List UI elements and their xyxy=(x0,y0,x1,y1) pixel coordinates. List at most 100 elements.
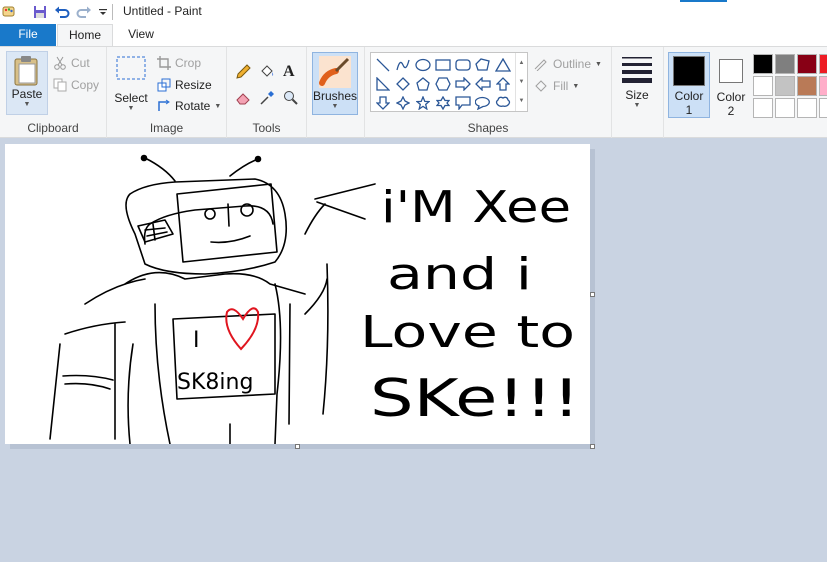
color2-number: 2 xyxy=(727,104,735,118)
palette-swatch[interactable] xyxy=(753,98,773,118)
palette-swatch[interactable] xyxy=(797,76,817,96)
left-shoulder-line xyxy=(84,278,146,305)
save-icon[interactable] xyxy=(32,3,48,21)
palette-swatch[interactable] xyxy=(753,54,773,74)
tab-home[interactable]: Home xyxy=(57,24,113,47)
color2-button[interactable]: Color 2 xyxy=(712,52,750,118)
four-point-star-shape-icon[interactable] xyxy=(393,93,413,112)
paint-bucket-icon xyxy=(261,65,274,77)
paste-button[interactable]: Paste ▼ xyxy=(6,51,48,115)
clipboard-icon xyxy=(14,56,38,86)
tab-file[interactable]: File xyxy=(0,24,56,46)
resize-button[interactable]: Resize xyxy=(157,76,212,94)
scroll-down-icon[interactable]: ▼ xyxy=(519,79,525,85)
palette-swatch[interactable] xyxy=(819,54,827,74)
palette-swatch[interactable] xyxy=(753,76,773,96)
palette-swatch[interactable] xyxy=(819,98,827,118)
rounded-rectangle-shape-icon[interactable] xyxy=(453,55,473,74)
rectangle-shape-icon[interactable] xyxy=(433,55,453,74)
down-arrow-shape-icon[interactable] xyxy=(373,93,393,112)
color1-swatch xyxy=(673,56,705,86)
line-shape-icon[interactable] xyxy=(373,55,393,74)
redo-icon[interactable] xyxy=(76,3,92,21)
size-dropdown-icon[interactable]: ▼ xyxy=(634,102,641,109)
hexagon-shape-icon[interactable] xyxy=(433,74,453,93)
fill-label: Fill xyxy=(553,79,569,93)
image-group: Select ▼ Crop Resize Rotate ▼ Image xyxy=(107,47,227,138)
palette-swatch[interactable] xyxy=(775,98,795,118)
expand-gallery-icon[interactable]: ▼ xyxy=(519,98,525,104)
left-antenna-tip xyxy=(140,154,148,162)
oval-callout-shape-icon[interactable] xyxy=(473,93,493,112)
left-body-inner xyxy=(127,343,134,445)
eraser-icon xyxy=(236,93,250,105)
outline-dropdown-icon[interactable]: ▼ xyxy=(595,61,602,68)
color1-label: Color xyxy=(674,89,704,103)
resize-handle-bottom[interactable] xyxy=(295,444,300,449)
up-arrow-shape-icon[interactable] xyxy=(493,74,513,93)
resize-handle-corner[interactable] xyxy=(590,444,595,449)
fill-tool[interactable] xyxy=(259,63,275,81)
copy-label: Copy xyxy=(71,78,100,92)
scroll-up-icon[interactable]: ▲ xyxy=(519,60,525,66)
right-triangle-shape-icon[interactable] xyxy=(373,74,393,93)
color1-button[interactable]: Color 1 xyxy=(668,52,710,118)
rotate-dropdown-icon[interactable]: ▼ xyxy=(214,103,221,110)
color2-swatch xyxy=(719,59,743,83)
drawing-svg: I SK8ing i'M Xee and i Love to SKe!!! xyxy=(49,154,580,445)
magnifier-tool[interactable] xyxy=(283,89,299,107)
right-arrow-shape-icon[interactable] xyxy=(453,74,473,93)
five-point-star-shape-icon[interactable] xyxy=(413,93,433,112)
six-point-star-shape-icon[interactable] xyxy=(433,93,453,112)
text-tool[interactable]: A xyxy=(283,63,295,81)
right-body-line xyxy=(288,303,291,425)
brushes-button[interactable]: Brushes ▼ xyxy=(312,52,358,115)
pentagon-shape-icon[interactable] xyxy=(413,74,433,93)
select-button[interactable]: Select ▼ xyxy=(113,55,149,117)
palette-swatch[interactable] xyxy=(797,54,817,74)
palette-swatch[interactable] xyxy=(775,76,795,96)
paste-dropdown-icon[interactable]: ▼ xyxy=(24,101,31,108)
shapes-scrollbar[interactable]: ▲ ▼ ▼ xyxy=(515,53,527,111)
outline-button[interactable]: Outline ▼ xyxy=(533,55,602,73)
astronaut-drawing xyxy=(49,154,376,445)
nose xyxy=(227,203,230,227)
tab-view[interactable]: View xyxy=(113,24,169,46)
rotate-button[interactable]: Rotate ▼ xyxy=(157,97,221,115)
size-button[interactable]: Size ▼ xyxy=(618,54,656,116)
rect-callout-shape-icon[interactable] xyxy=(453,93,473,112)
diamond-shape-icon[interactable] xyxy=(393,74,413,93)
palette-swatch[interactable] xyxy=(775,54,795,74)
speech-pointer xyxy=(314,183,376,220)
window-title: Untitled - Paint xyxy=(123,4,202,18)
titlebar-accent xyxy=(680,0,727,2)
curve-shape-icon[interactable] xyxy=(393,55,413,74)
color1-number: 1 xyxy=(685,103,693,117)
oval-shape-icon[interactable] xyxy=(413,55,433,74)
copy-button[interactable]: Copy xyxy=(53,76,99,94)
drawing-canvas[interactable]: I SK8ing i'M Xee and i Love to SKe!!! xyxy=(5,144,590,445)
copy-icon xyxy=(53,78,67,92)
text-a-icon: A xyxy=(283,63,295,80)
eraser-tool[interactable] xyxy=(235,89,251,107)
resize-handle-right[interactable] xyxy=(590,292,595,297)
triangle-shape-icon[interactable] xyxy=(493,55,513,74)
select-dropdown-icon[interactable]: ▼ xyxy=(128,105,135,112)
cut-button[interactable]: Cut xyxy=(53,54,90,72)
brushes-dropdown-icon[interactable]: ▼ xyxy=(332,103,339,110)
left-arrow-shape-icon[interactable] xyxy=(473,74,493,93)
paint-app-icon[interactable] xyxy=(2,3,16,21)
fill-button[interactable]: Fill ▼ xyxy=(533,77,579,95)
color-picker-tool[interactable] xyxy=(259,89,275,107)
outline-icon xyxy=(534,59,547,71)
customize-toolbar-icon[interactable] xyxy=(97,3,109,21)
fill-dropdown-icon[interactable]: ▼ xyxy=(572,83,579,90)
cloud-callout-shape-icon[interactable] xyxy=(493,93,513,112)
clipboard-group-label: Clipboard xyxy=(27,121,79,135)
pencil-tool[interactable] xyxy=(235,63,251,81)
polygon-shape-icon[interactable] xyxy=(473,55,493,74)
palette-swatch[interactable] xyxy=(819,76,827,96)
crop-button[interactable]: Crop xyxy=(157,54,201,72)
palette-swatch[interactable] xyxy=(797,98,817,118)
undo-icon[interactable] xyxy=(54,3,70,21)
